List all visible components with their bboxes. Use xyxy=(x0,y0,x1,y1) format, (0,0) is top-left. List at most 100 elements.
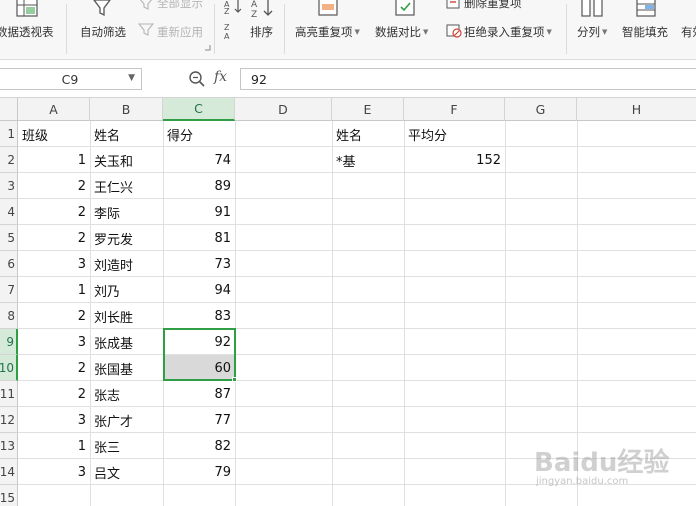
cell-b11[interactable]: 张志 xyxy=(90,381,163,407)
row-header-4[interactable]: 4 xyxy=(0,199,18,225)
dropdown-arrow-icon: ▼ xyxy=(423,28,429,36)
dialog-launcher-icon[interactable] xyxy=(204,44,211,51)
cell-a3[interactable]: 2 xyxy=(18,173,90,199)
cell-c3[interactable]: 89 xyxy=(163,173,235,199)
column-header-d[interactable]: D xyxy=(235,98,332,121)
row-header-12[interactable]: 12 xyxy=(0,407,18,433)
cell-b8[interactable]: 刘长胜 xyxy=(90,303,163,329)
select-all-corner[interactable] xyxy=(0,98,18,121)
row-header-10[interactable]: 10 xyxy=(0,355,18,381)
cell-a9[interactable]: 3 xyxy=(18,329,90,355)
cell-c12[interactable]: 77 xyxy=(163,407,235,433)
row-header-13[interactable]: 13 xyxy=(0,433,18,459)
cell-c6[interactable]: 73 xyxy=(163,251,235,277)
row-header-1[interactable]: 1 xyxy=(0,121,18,147)
row-header-11[interactable]: 11 xyxy=(0,381,18,407)
cell-c7[interactable]: 94 xyxy=(163,277,235,303)
cell-a10[interactable]: 2 xyxy=(18,355,90,381)
chevron-down-icon[interactable]: ▼ xyxy=(128,73,135,83)
cell-c5[interactable]: 81 xyxy=(163,225,235,251)
reapply-icon xyxy=(138,23,154,36)
cell-b4[interactable]: 李际 xyxy=(90,199,163,225)
cell-a8[interactable]: 2 xyxy=(18,303,90,329)
split-column-button[interactable]: 分列 ▼ xyxy=(577,24,607,40)
column-header-g[interactable]: G xyxy=(505,98,577,121)
zoom-lookup-icon[interactable] xyxy=(188,70,206,88)
cell-b14[interactable]: 吕文 xyxy=(90,459,163,485)
reapply-button[interactable]: 重新应用 xyxy=(157,24,203,40)
reject-duplicates-icon xyxy=(446,24,462,38)
row-header-9[interactable]: 9 xyxy=(0,329,18,355)
cell-b12[interactable]: 张广才 xyxy=(90,407,163,433)
auto-filter-button[interactable]: 自动筛选 xyxy=(80,24,126,40)
row-header-3[interactable]: 3 xyxy=(0,173,18,199)
cell-f1[interactable]: 平均分 xyxy=(404,121,505,147)
show-all-button[interactable]: 全部显示 xyxy=(157,0,203,11)
cell-c10[interactable]: 60 xyxy=(163,355,235,381)
cell-b10[interactable]: 张国基 xyxy=(90,355,163,381)
cell-b9[interactable]: 张成基 xyxy=(90,329,163,355)
formula-input[interactable]: 92 xyxy=(240,68,696,90)
cell-a6[interactable]: 3 xyxy=(18,251,90,277)
cell-b1[interactable]: 姓名 xyxy=(90,121,163,147)
row-header-2[interactable]: 2 xyxy=(0,147,18,173)
gridline xyxy=(332,121,333,506)
cell-a2[interactable]: 1 xyxy=(18,147,90,173)
cell-b2[interactable]: 关玉和 xyxy=(90,147,163,173)
cell-a13[interactable]: 1 xyxy=(18,433,90,459)
row-header-7[interactable]: 7 xyxy=(0,277,18,303)
cell-c8[interactable]: 83 xyxy=(163,303,235,329)
cell-e2[interactable]: *基 xyxy=(332,147,404,173)
row-header-14[interactable]: 14 xyxy=(0,459,18,485)
sort-button[interactable]: 排序 xyxy=(250,24,273,40)
row-header-8[interactable]: 8 xyxy=(0,303,18,329)
column-header-a[interactable]: A xyxy=(18,98,90,121)
formula-value: 92 xyxy=(251,71,267,87)
dropdown-arrow-icon: ▼ xyxy=(354,28,360,36)
cell-c2[interactable]: 74 xyxy=(163,147,235,173)
insert-function-button[interactable]: fx xyxy=(214,69,227,85)
validity-button[interactable]: 有效 xyxy=(681,24,696,40)
cell-b6[interactable]: 刘造时 xyxy=(90,251,163,277)
split-column-icon xyxy=(581,0,603,17)
reject-duplicates-button[interactable]: 拒绝录入重复项 ▼ xyxy=(464,24,552,40)
cell-e1[interactable]: 姓名 xyxy=(332,121,404,147)
column-header-b[interactable]: B xyxy=(90,98,163,121)
cell-c9[interactable]: 92 xyxy=(163,329,235,355)
data-compare-button[interactable]: 数据对比 ▼ xyxy=(375,24,428,40)
flash-fill-button[interactable]: 智能填充 xyxy=(622,24,668,40)
cell-c13[interactable]: 82 xyxy=(163,433,235,459)
filter-icon xyxy=(93,0,111,17)
column-header-c[interactable]: C xyxy=(163,98,235,121)
gridline xyxy=(235,121,236,506)
row-header-5[interactable]: 5 xyxy=(0,225,18,251)
highlight-duplicates-button[interactable]: 高亮重复项 ▼ xyxy=(295,24,360,40)
column-header-f[interactable]: F xyxy=(404,98,505,121)
delete-duplicates-button[interactable]: 删除重复项 xyxy=(464,0,522,11)
name-box[interactable]: C9 ▼ xyxy=(0,68,142,90)
cell-a4[interactable]: 2 xyxy=(18,199,90,225)
cell-b7[interactable]: 刘乃 xyxy=(90,277,163,303)
cell-a7[interactable]: 1 xyxy=(18,277,90,303)
ribbon-separator xyxy=(214,4,215,54)
watermark-url: jingyan.baidu.com xyxy=(536,476,629,487)
row-header-6[interactable]: 6 xyxy=(0,251,18,277)
cell-c11[interactable]: 87 xyxy=(163,381,235,407)
cell-c1[interactable]: 得分 xyxy=(163,121,235,147)
fill-handle[interactable] xyxy=(232,377,237,382)
row-header-15[interactable]: 15 xyxy=(0,485,18,506)
cell-a11[interactable]: 2 xyxy=(18,381,90,407)
cell-f2[interactable]: 152 xyxy=(404,147,505,173)
cell-a12[interactable]: 3 xyxy=(18,407,90,433)
cell-c14[interactable]: 79 xyxy=(163,459,235,485)
cell-a5[interactable]: 2 xyxy=(18,225,90,251)
pivot-table-button[interactable]: 数据透视表 xyxy=(0,24,54,40)
cell-c4[interactable]: 91 xyxy=(163,199,235,225)
cell-b3[interactable]: 王仁兴 xyxy=(90,173,163,199)
cell-a14[interactable]: 3 xyxy=(18,459,90,485)
cell-a1[interactable]: 班级 xyxy=(18,121,90,147)
cell-b13[interactable]: 张三 xyxy=(90,433,163,459)
cell-b5[interactable]: 罗元发 xyxy=(90,225,163,251)
column-header-e[interactable]: E xyxy=(332,98,404,121)
column-header-h[interactable]: H xyxy=(577,98,696,121)
